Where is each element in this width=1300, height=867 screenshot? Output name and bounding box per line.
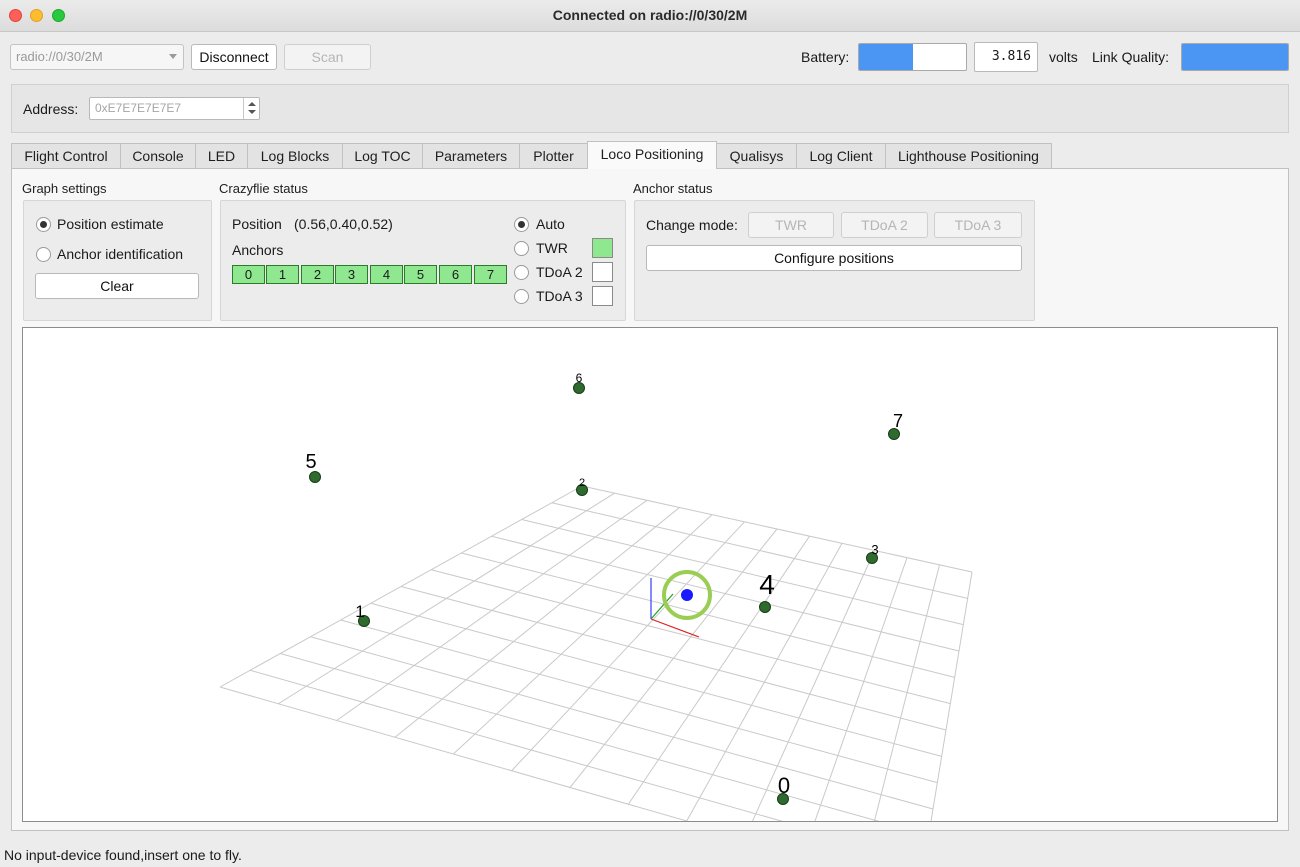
grid-line — [521, 519, 964, 626]
anchor-marker-4: 4 — [759, 569, 775, 613]
configure-positions-button[interactable]: Configure positions — [646, 245, 1022, 271]
anchor-status-3: 3 — [335, 265, 368, 284]
mode-tdoa3-button[interactable]: TDoA 3 — [934, 212, 1022, 238]
anchor-status-1: 1 — [266, 265, 299, 284]
anchor-status-7: 7 — [474, 265, 507, 284]
mode-twr-button[interactable]: TWR — [748, 212, 834, 238]
mode-tdoa3-label: TDoA 3 — [536, 288, 583, 304]
floor-grid — [219, 485, 973, 821]
mode-tdoa2-button[interactable]: TDoA 2 — [841, 212, 928, 238]
anchor-marker-2: 2 — [576, 477, 588, 496]
position-label: Position — [232, 216, 282, 232]
tab-qualisys[interactable]: Qualisys — [716, 143, 797, 168]
tdoa3-active-indicator — [592, 286, 613, 306]
address-value: 0xE7E7E7E7E7 — [95, 101, 182, 115]
chevron-down-icon — [169, 54, 177, 59]
anchor-label-2: 2 — [579, 477, 585, 489]
twr-active-indicator — [592, 238, 613, 258]
tab-log-client[interactable]: Log Client — [796, 143, 886, 168]
disconnect-button[interactable]: Disconnect — [191, 44, 277, 70]
address-label: Address: — [23, 101, 79, 117]
anchor-label-5: 5 — [305, 451, 316, 473]
mode-auto-label: Auto — [536, 216, 565, 232]
anchor-identification-label: Anchor identification — [57, 246, 184, 262]
anchor-status-2: 2 — [301, 265, 334, 284]
mode-tdoa2-label: TDoA 2 — [536, 264, 583, 280]
address-stepper[interactable] — [243, 98, 259, 119]
scan-button[interactable]: Scan — [284, 44, 371, 70]
position-value: (0.56,0.40,0.52) — [294, 216, 393, 232]
mode-twr-radio[interactable] — [514, 241, 529, 256]
window-title: Connected on radio://0/30/2M — [552, 7, 748, 23]
tab-plotter[interactable]: Plotter — [519, 143, 588, 168]
anchor-label-6: 6 — [576, 371, 583, 385]
scene-canvas: 0 1 2 3 4 5 6 7 — [219, 371, 973, 821]
crazyflie-marker — [681, 589, 693, 601]
anchor-marker-3: 3 — [866, 542, 879, 564]
anchor-label-7: 7 — [893, 411, 903, 431]
anchor-status-title: Anchor status — [633, 181, 713, 196]
anchor-status-0: 0 — [232, 265, 265, 284]
battery-bar — [858, 43, 967, 71]
grid-line — [581, 485, 973, 573]
mode-twr-label: TWR — [536, 240, 568, 256]
anchor-status-6: 6 — [439, 265, 472, 284]
step-down-icon — [248, 110, 256, 114]
tab-flight-control[interactable]: Flight Control — [11, 143, 121, 168]
tab-led[interactable]: LED — [195, 143, 248, 168]
link-quality-bar-fill — [1182, 44, 1288, 70]
grid-line — [219, 686, 689, 821]
clear-button[interactable]: Clear — [35, 273, 199, 299]
grid-line — [250, 669, 783, 821]
tab-parameters[interactable]: Parameters — [422, 143, 520, 168]
battery-bar-fill — [859, 44, 913, 70]
grid-line — [431, 569, 951, 705]
grid-line — [569, 528, 778, 788]
radio-uri-select[interactable]: radio://0/30/2M — [10, 44, 184, 70]
anchor-marker-7: 7 — [888, 411, 903, 440]
radio-uri-value: radio://0/30/2M — [16, 49, 103, 64]
anchor-status-5: 5 — [404, 265, 437, 284]
step-up-icon — [248, 102, 256, 106]
battery-label: Battery: — [801, 49, 850, 65]
mode-tdoa3-radio[interactable] — [514, 289, 529, 304]
graph-settings-title: Graph settings — [22, 181, 107, 196]
battery-voltage-field: 3.816 — [974, 42, 1038, 72]
y-axis-line — [650, 593, 674, 620]
anchor-dot-5 — [309, 471, 321, 483]
anchor-label-3: 3 — [871, 542, 878, 557]
anchor-marker-0: 0 — [777, 773, 790, 805]
anchor-identification-radio[interactable] — [36, 247, 51, 262]
address-spinbox[interactable]: 0xE7E7E7E7E7 — [89, 97, 260, 120]
anchor-label-1: 1 — [355, 602, 364, 621]
link-quality-bar — [1181, 43, 1289, 71]
mode-auto-radio[interactable] — [514, 217, 529, 232]
anchor-marker-5: 5 — [305, 451, 321, 483]
tab-log-blocks[interactable]: Log Blocks — [247, 143, 343, 168]
grid-line — [280, 653, 880, 821]
crazyflie-status-title: Crazyflie status — [219, 181, 308, 196]
anchor-label-4: 4 — [759, 569, 775, 600]
anchor-status-4: 4 — [370, 265, 403, 284]
tab-log-toc[interactable]: Log TOC — [342, 143, 423, 168]
anchor-label-0: 0 — [778, 773, 790, 798]
status-message: No input-device found,insert one to fly. — [4, 847, 242, 863]
tab-console[interactable]: Console — [120, 143, 196, 168]
change-mode-label: Change mode: — [646, 217, 738, 233]
position-3d-view[interactable]: 0 1 2 3 4 5 6 7 — [22, 327, 1278, 822]
tab-lighthouse-positioning[interactable]: Lighthouse Positioning — [885, 143, 1052, 168]
anchor-marker-6: 6 — [573, 371, 585, 394]
link-quality-label: Link Quality: — [1092, 49, 1170, 65]
grid-line — [461, 552, 955, 678]
mode-tdoa2-radio[interactable] — [514, 265, 529, 280]
position-estimate-label: Position estimate — [57, 216, 164, 232]
grid-line — [814, 557, 908, 821]
tab-loco-positioning[interactable]: Loco Positioning — [587, 141, 717, 169]
anchors-label: Anchors — [232, 242, 284, 258]
position-estimate-radio[interactable] — [36, 217, 51, 232]
volts-label: volts — [1049, 49, 1078, 65]
tdoa2-active-indicator — [592, 262, 613, 282]
anchor-dot-4 — [759, 601, 771, 613]
